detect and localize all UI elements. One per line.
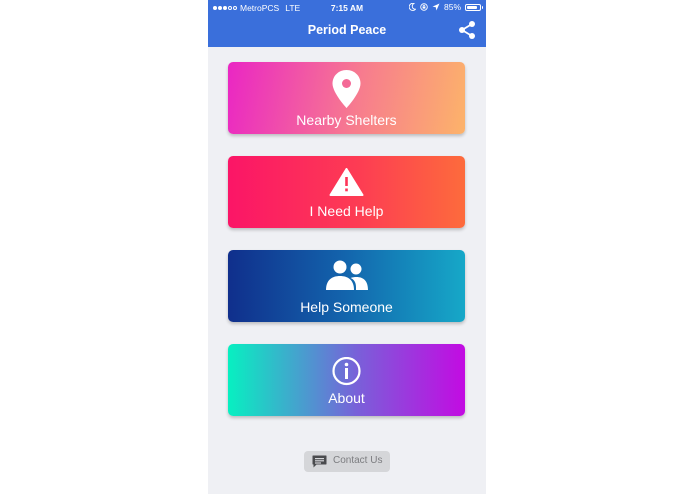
menu-label: I Need Help <box>309 203 384 219</box>
people-icon <box>326 260 368 290</box>
status-bar: MetroPCS LTE 7:15 AM 85% <box>208 0 486 15</box>
i-need-help-button[interactable]: I Need Help <box>228 156 465 228</box>
info-icon <box>332 357 361 386</box>
contact-us-label: Contact Us <box>333 455 383 466</box>
menu-label: Help Someone <box>300 299 393 315</box>
moon-icon <box>408 3 416 11</box>
help-someone-button[interactable]: Help Someone <box>228 250 465 322</box>
location-pin-icon <box>332 70 361 108</box>
rotation-lock-icon <box>420 3 428 11</box>
menu-label: Nearby Shelters <box>296 112 397 128</box>
page-title: Period Peace <box>307 23 387 37</box>
location-arrow-icon <box>432 3 440 11</box>
share-icon[interactable] <box>458 20 476 40</box>
battery-icon <box>465 3 483 11</box>
app-header: MetroPCS LTE 7:15 AM 85% Period Peace <box>208 0 486 47</box>
menu-label: About <box>328 390 365 406</box>
battery-percent: 85% <box>443 2 461 12</box>
warning-icon <box>329 168 364 196</box>
contact-us-button[interactable]: Contact Us <box>304 451 390 472</box>
app-screen: MetroPCS LTE 7:15 AM 85% Period Peace Ne… <box>208 0 486 494</box>
nearby-shelters-button[interactable]: Nearby Shelters <box>228 62 465 134</box>
about-button[interactable]: About <box>228 344 465 416</box>
status-indicators: 85% <box>408 2 483 12</box>
chat-icon <box>312 455 327 468</box>
